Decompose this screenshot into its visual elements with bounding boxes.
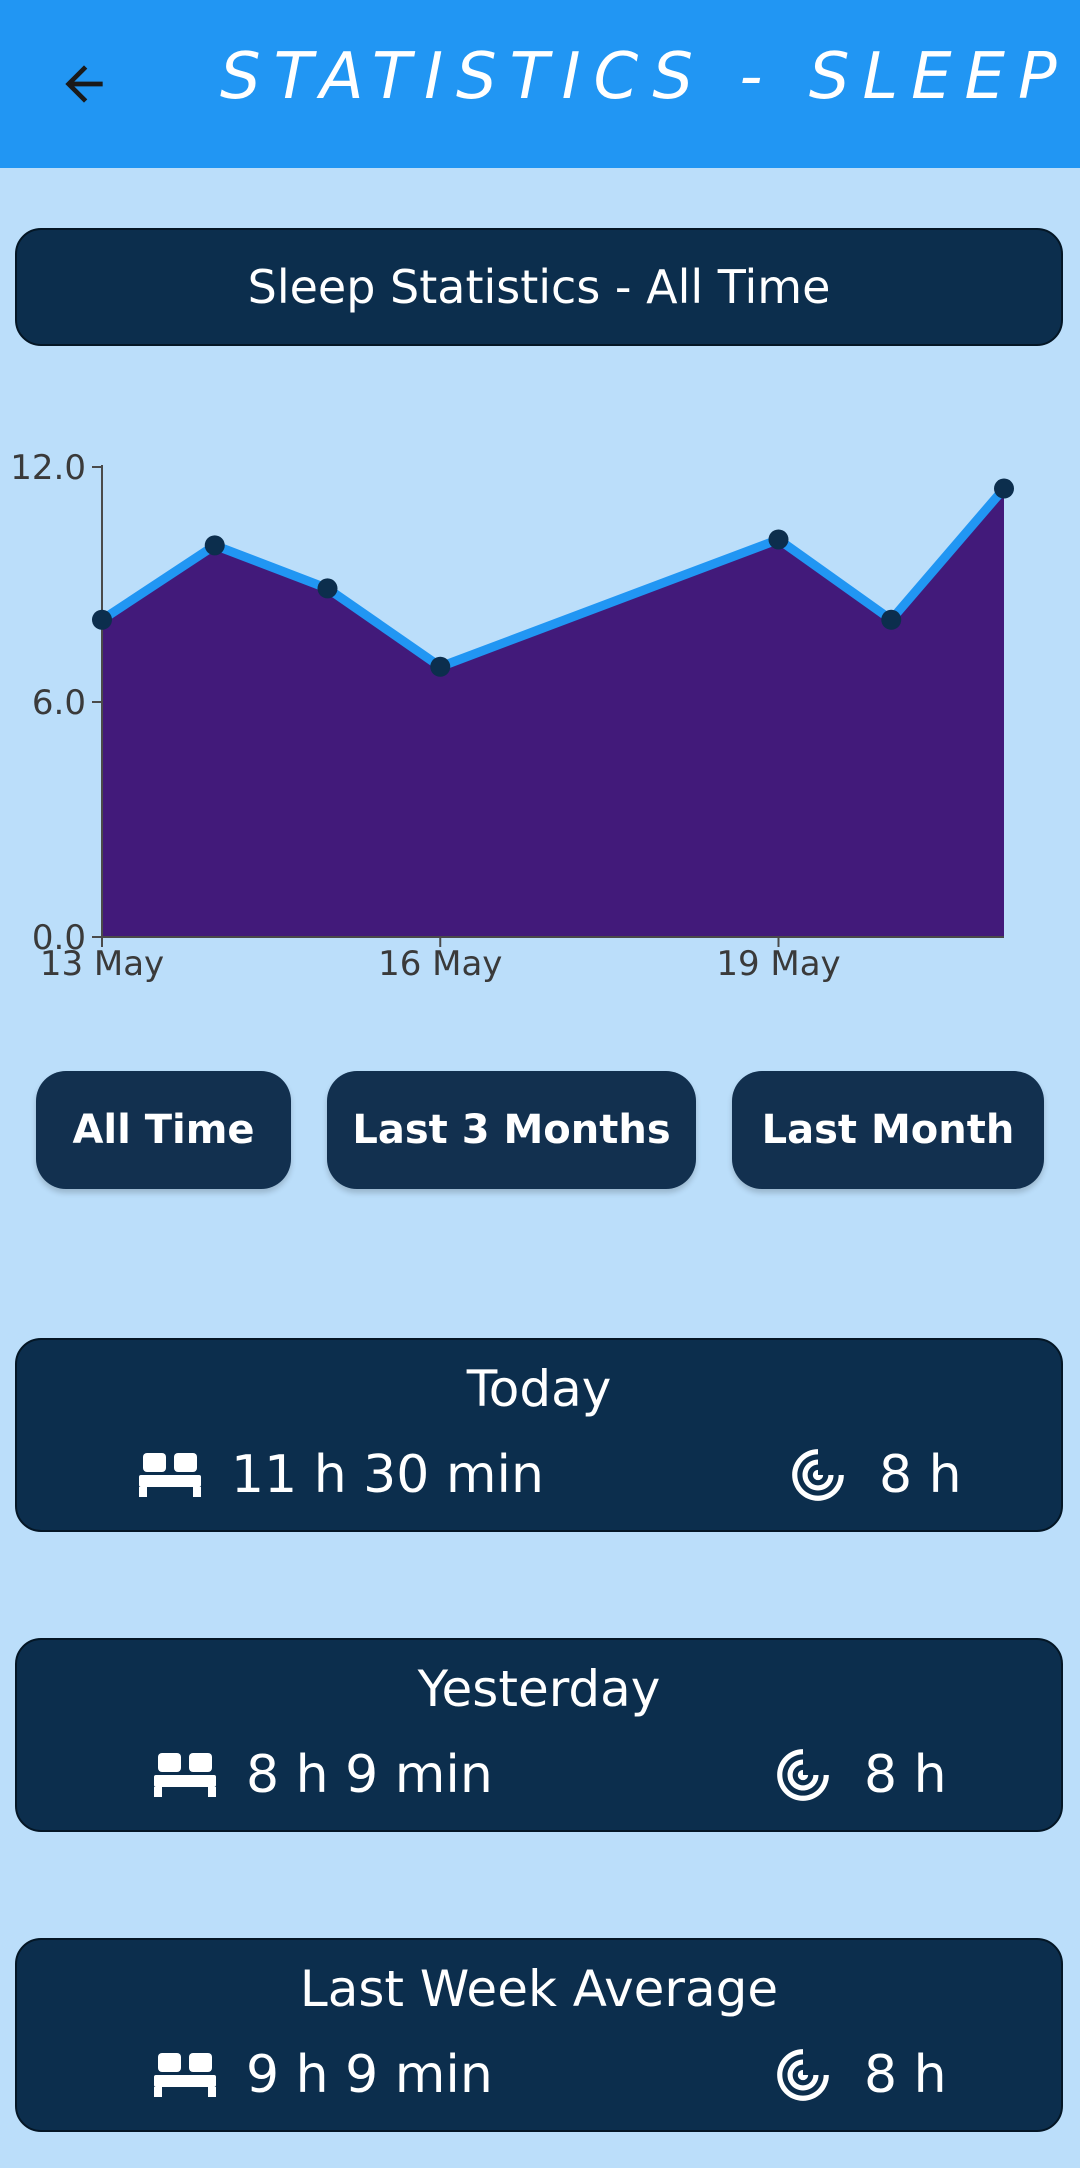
bed-icon <box>139 1453 201 1497</box>
x-tick-label: 19 May <box>716 944 840 984</box>
chart-range-header-label: Sleep Statistics - All Time <box>247 260 831 314</box>
y-tick-label: 12.0 <box>10 448 86 488</box>
sleep-duration-value: 9 h 9 min <box>246 2045 493 2105</box>
bed-icon <box>154 1753 216 1797</box>
sleep-chart-svg: 0.06.012.013 May 16 May 19 May <box>10 448 1014 984</box>
sleep-duration: 9 h 9 min <box>154 2040 493 2110</box>
stat-card-title: Today <box>466 1360 612 1418</box>
last-3-months-button[interactable]: Last 3 Months <box>327 1071 696 1189</box>
back-button[interactable] <box>44 44 124 124</box>
data-point <box>430 656 451 677</box>
data-point <box>994 478 1014 499</box>
stat-card-title: Yesterday <box>417 1660 661 1718</box>
sleep-goal: 8 h <box>772 2040 947 2110</box>
sleep-duration-value: 11 h 30 min <box>231 1445 544 1505</box>
sleep-goal-value: 8 h <box>879 1445 962 1505</box>
target-icon <box>772 2044 834 2106</box>
app-bar: STATISTICS - SLEEP <box>0 0 1080 168</box>
last-3-months-button-label: Last 3 Months <box>352 1107 671 1153</box>
page-title: STATISTICS - SLEEP <box>220 40 1070 114</box>
all-time-button[interactable]: All Time <box>36 1071 291 1189</box>
data-point <box>92 609 112 630</box>
sleep-chart: 0.0 6.0 12.0 13 May 16 May 19 May <box>0 420 1080 1000</box>
data-point <box>204 535 225 556</box>
sleep-goal-value: 8 h <box>864 1745 947 1805</box>
stat-card-yesterday: Yesterday 8 h 9 min 8 h <box>15 1638 1063 1832</box>
last-month-button-label: Last Month <box>761 1107 1015 1153</box>
chart-range-header: Sleep Statistics - All Time <box>15 228 1063 346</box>
stat-card-last-week-average: Last Week Average 9 h 9 min 8 h <box>15 1938 1063 2132</box>
data-point <box>317 578 338 599</box>
data-point <box>881 609 902 630</box>
bed-icon <box>154 2053 216 2097</box>
all-time-button-label: All Time <box>72 1107 255 1153</box>
sleep-goal: 8 h <box>787 1440 962 1510</box>
x-tick-label: 16 May <box>378 944 502 984</box>
target-icon <box>772 1744 834 1806</box>
stat-card-today: Today 11 h 30 min 8 h <box>15 1338 1063 1532</box>
last-month-button[interactable]: Last Month <box>732 1071 1044 1189</box>
arrow-left-icon <box>65 65 103 103</box>
target-icon <box>787 1444 849 1506</box>
x-tick-label: 13 May <box>40 944 164 984</box>
sleep-duration: 11 h 30 min <box>139 1440 544 1510</box>
sleep-goal-value: 8 h <box>864 2045 947 2105</box>
y-tick-label: 6.0 <box>32 683 86 723</box>
sleep-duration: 8 h 9 min <box>154 1740 493 1810</box>
stat-card-title: Last Week Average <box>299 1960 779 2018</box>
sleep-duration-value: 8 h 9 min <box>246 1745 493 1805</box>
sleep-goal: 8 h <box>772 1740 947 1810</box>
data-point <box>768 529 789 550</box>
